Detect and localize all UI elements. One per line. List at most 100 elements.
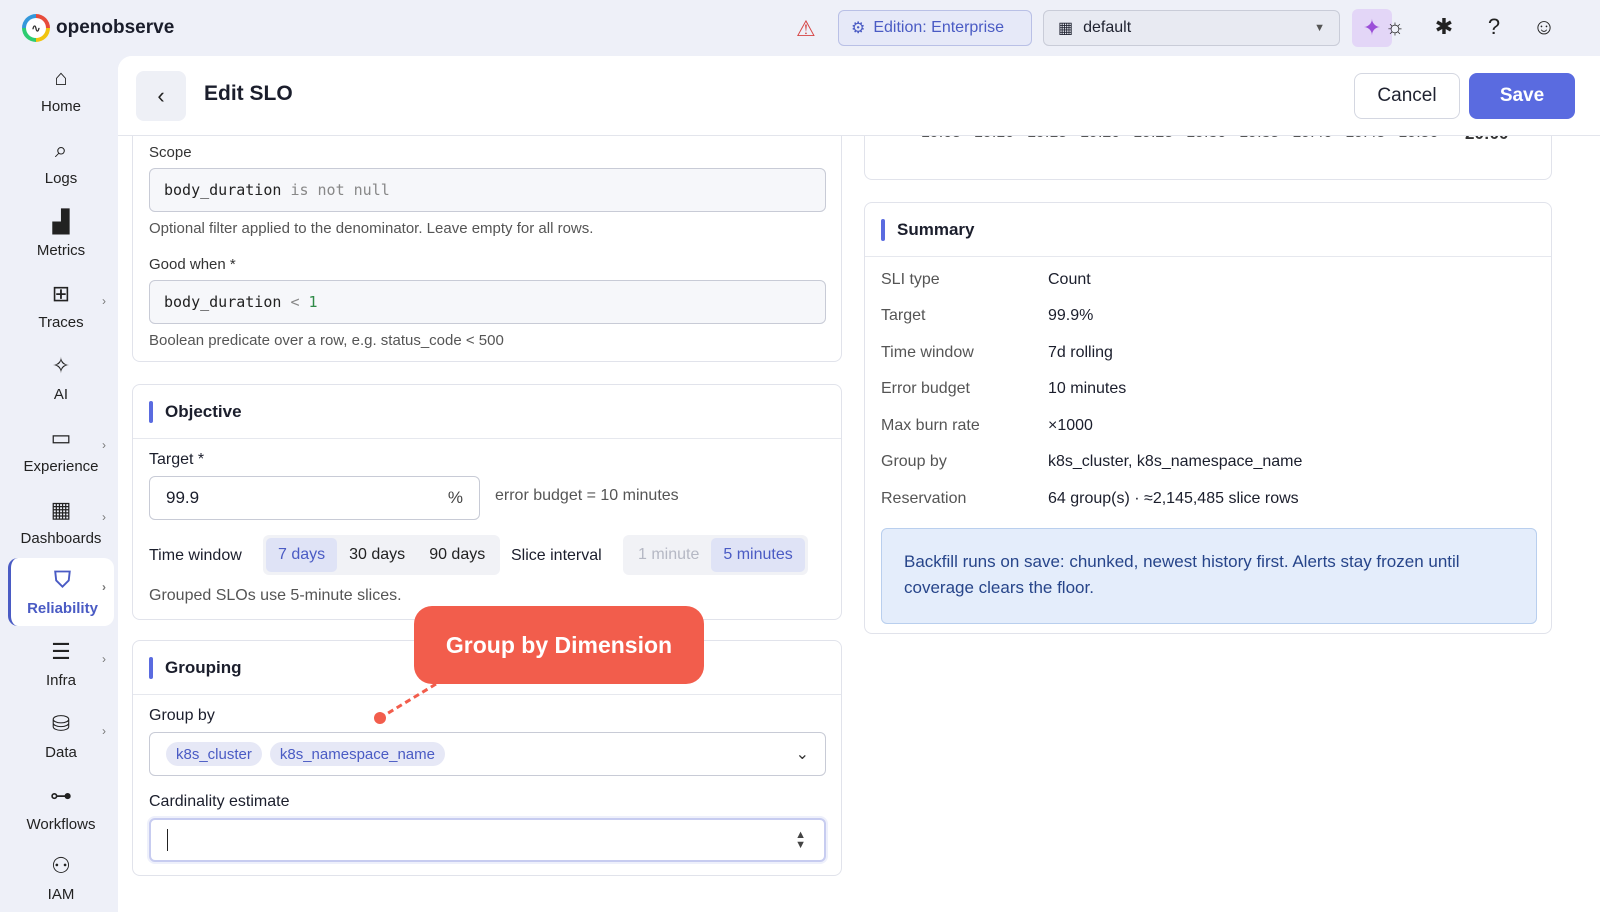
chevron-right-icon: › (102, 652, 106, 666)
time-window-7d[interactable]: 7 days (266, 538, 338, 572)
sidebar-item-label: Infra (45, 671, 76, 689)
objective-header: Objective (133, 385, 841, 439)
sidebar-item-data[interactable]: ⛁ Data › (8, 702, 114, 770)
summary-row: Group by k8s_cluster, k8s_namespace_name (881, 453, 1302, 471)
summary-value: ×1000 (1048, 417, 1093, 434)
time-window-selector: 7 days 30 days 90 days (263, 535, 501, 575)
sidebar-item-dashboards[interactable]: ▦ Dashboards › (8, 488, 114, 556)
sidebar-item-label: Traces (38, 313, 84, 331)
user-settings-icon: ⚇ (51, 853, 71, 878)
time-window-label: Time window (149, 547, 242, 564)
summary-key: Time window (881, 344, 974, 361)
sidebar-item-logs[interactable]: ⌕ Logs (8, 128, 114, 196)
annotation-callout: Group by Dimension (414, 606, 704, 684)
summary-row: Error budget 10 minutes (881, 380, 1126, 398)
sparkle-icon: ✦ (1362, 15, 1382, 40)
summary-title: Summary (897, 219, 975, 239)
good-when-help: Boolean predicate over a row, e.g. statu… (149, 332, 504, 349)
summary-row: SLI type Count (881, 271, 1091, 289)
sidebar-item-workflows[interactable]: ⊶ Workflows (8, 774, 114, 842)
group-by-chip[interactable]: k8s_cluster (166, 742, 262, 766)
summary-value: k8s_cluster, k8s_namespace_name (1048, 453, 1303, 470)
scope-operator: is not null (290, 181, 390, 199)
search-icon: ⌕ (54, 136, 68, 162)
sparkle-icon: ✧ (51, 352, 71, 378)
scope-label: Scope (149, 144, 192, 161)
sidebar: ⌂ Home ⌕ Logs ▟ Metrics ⊞ Traces › ✧ AI … (0, 56, 118, 912)
sidebar-item-label: Reliability (27, 599, 98, 617)
slack-icon[interactable]: ✱ (1430, 14, 1458, 40)
edition-button[interactable]: ⚙ Edition: Enterprise (838, 10, 1032, 46)
slice-interval-1m: 1 minute (638, 546, 700, 563)
grouping-title: Grouping (165, 657, 242, 677)
chevron-right-icon: › (102, 438, 106, 452)
scope-help: Optional filter applied to the denominat… (149, 220, 594, 237)
group-by-select[interactable]: k8s_cluster k8s_namespace_name ⌄ (149, 732, 826, 776)
summary-card: Summary SLI type Count Target 99.9% Time w… (864, 202, 1552, 634)
page-header: ‹ Edit SLO Cancel Save (118, 56, 1600, 136)
summary-key: Reservation (881, 490, 967, 507)
cardinality-input[interactable]: ▲ ▼ (149, 818, 826, 862)
sidebar-item-metrics[interactable]: ▟ Metrics (8, 200, 114, 268)
page-title: Edit SLO (204, 82, 293, 105)
slice-interval-5m[interactable]: 5 minutes (711, 538, 805, 572)
sidebar-item-infra[interactable]: ☰ Infra › (8, 630, 114, 698)
cardinality-label: Cardinality estimate (149, 793, 290, 810)
sidebar-item-label: Data (45, 743, 77, 761)
target-value: 99.9 (166, 488, 200, 507)
user-icon[interactable]: ☺ (1530, 14, 1558, 40)
app-logo[interactable]: ∿ openobserve (22, 14, 174, 42)
summary-value: 10 minutes (1048, 380, 1127, 397)
sidebar-item-home[interactable]: ⌂ Home (8, 56, 114, 124)
section-accent (149, 400, 153, 423)
devices-icon: ▭ (50, 424, 72, 450)
summary-key: Group by (881, 453, 947, 470)
summary-value: Count (1048, 271, 1091, 288)
app-name: openobserve (56, 17, 175, 38)
org-selector[interactable]: ▦ default ▼ (1043, 10, 1340, 46)
time-window-30d[interactable]: 30 days (337, 538, 417, 572)
sli-card: Scope body_duration is not null Optional… (132, 116, 842, 362)
target-label: Target * (149, 451, 205, 468)
sidebar-item-label: AI (53, 385, 69, 403)
back-button[interactable]: ‹ (136, 71, 186, 121)
edition-label: Edition: Enterprise (873, 19, 1005, 36)
sidebar-item-experience[interactable]: ▭ Experience › (8, 416, 114, 484)
summary-row: Target 99.9% (881, 307, 1093, 325)
objective-title: Objective (165, 401, 242, 421)
sidebar-item-label: Logs (44, 169, 78, 187)
group-by-chip[interactable]: k8s_namespace_name (269, 742, 445, 766)
sidebar-item-label: Dashboards (20, 529, 102, 547)
summary-key: SLI type (881, 271, 940, 288)
good-when-input[interactable]: body_duration < 1 (149, 280, 826, 324)
warning-icon[interactable]: ⚠ (796, 16, 816, 42)
summary-row: Max burn rate ×1000 (881, 417, 1093, 435)
annotation-pointer (374, 682, 437, 724)
group-by-label: Group by (149, 707, 215, 724)
chevron-left-icon: ‹ (157, 83, 165, 108)
sidebar-item-traces[interactable]: ⊞ Traces › (8, 272, 114, 340)
main-panel: ‹ Edit SLO Cancel Save Scope body_durati… (118, 56, 1600, 912)
target-input[interactable]: 99.9 % (149, 476, 480, 520)
sidebar-item-reliability[interactable]: ⛉ Reliability › (8, 558, 114, 626)
sidebar-item-ai[interactable]: ✧ AI (8, 344, 114, 412)
chevron-right-icon: › (102, 510, 106, 524)
sidebar-item-label: Metrics (36, 241, 86, 259)
summary-key: Max burn rate (881, 417, 980, 434)
stepper-icon[interactable]: ▲ ▼ (795, 830, 806, 851)
cancel-button[interactable]: Cancel (1354, 73, 1460, 119)
sun-icon[interactable]: ☼ (1381, 14, 1409, 40)
help-circle-icon[interactable]: ? (1480, 14, 1508, 40)
scope-input[interactable]: body_duration is not null (149, 168, 826, 212)
save-button[interactable]: Save (1469, 73, 1575, 119)
bar-chart-icon: ▟ (52, 208, 70, 234)
workflow-icon: ⊶ (50, 782, 72, 808)
summary-row: Time window 7d rolling (881, 344, 1113, 362)
sidebar-item-iam[interactable]: ⚇ IAM (8, 846, 114, 906)
sidebar-item-label: IAM (47, 886, 75, 903)
database-icon: ⛁ (51, 710, 71, 736)
sidebar-item-label: Home (40, 97, 81, 115)
time-window-90d[interactable]: 90 days (417, 538, 497, 572)
backfill-info: Backfill runs on save: chunked, newest h… (881, 528, 1537, 624)
error-budget-text: error budget = 10 minutes (495, 487, 679, 504)
